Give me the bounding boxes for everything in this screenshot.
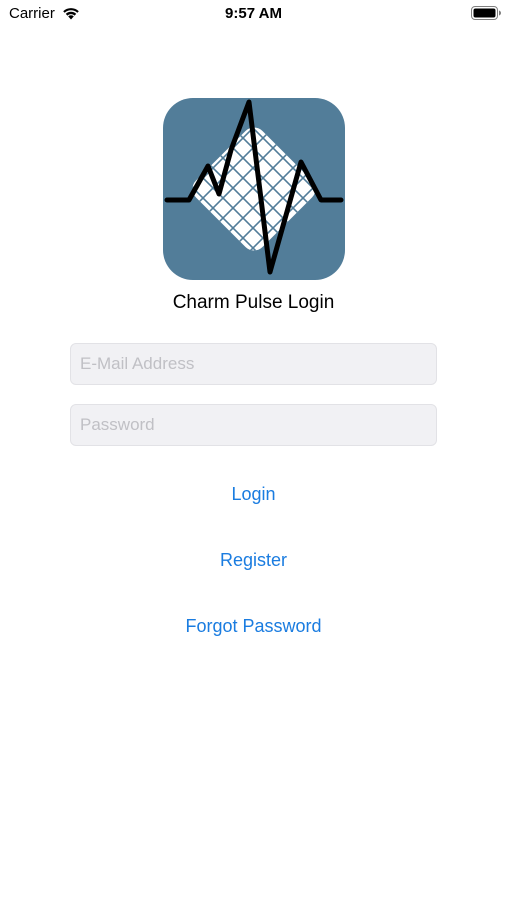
forgot-password-button[interactable]: Forgot Password (0, 613, 507, 639)
password-field[interactable] (70, 404, 437, 446)
clock: 9:57 AM (225, 5, 282, 22)
battery-icon (471, 6, 501, 20)
email-field[interactable] (70, 343, 437, 385)
status-bar: Carrier 9:57 AM (0, 0, 507, 28)
page-title: Charm Pulse Login (172, 292, 335, 313)
app-logo (163, 98, 345, 280)
register-button[interactable]: Register (0, 547, 507, 573)
login-button[interactable]: Login (0, 481, 507, 507)
